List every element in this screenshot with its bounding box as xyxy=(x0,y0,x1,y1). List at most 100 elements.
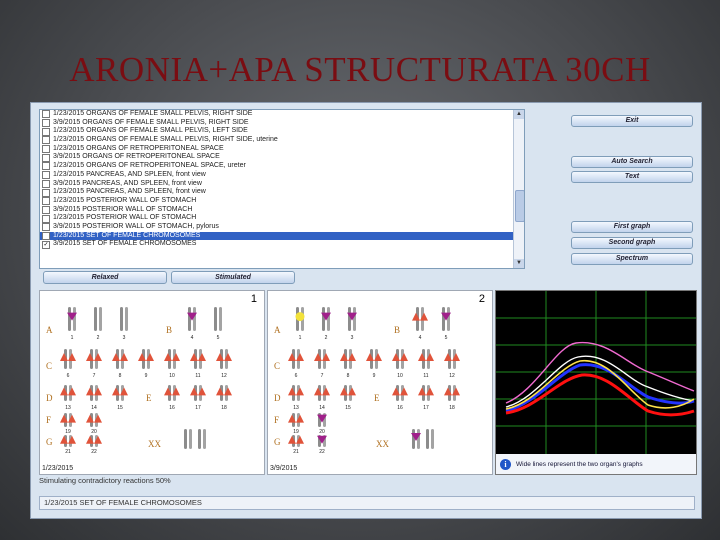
list-item-checkbox[interactable] xyxy=(42,179,50,188)
chromosome-number: 18 xyxy=(449,405,455,411)
list-item[interactable]: 1/23/2015 POSTERIOR WALL OF STOMACH xyxy=(40,214,524,223)
list-item[interactable]: 1/23/2015 ORGANS OF RETROPERITONEAL SPAC… xyxy=(40,145,524,154)
spectrum-button[interactable]: Spectrum xyxy=(571,253,693,265)
triangle-up-icon[interactable]: ▲ xyxy=(514,110,524,119)
app-window: 1/23/2015 ORGANS OF FEMALE SMALL PELVIS,… xyxy=(30,102,702,519)
list-item[interactable]: 1/23/2015 PANCREAS, AND SPLEEN, front vi… xyxy=(40,171,524,180)
group-label: D xyxy=(274,393,281,403)
chromosome-number: 8 xyxy=(347,373,350,379)
chromosome-number: 1 xyxy=(71,335,74,341)
chromosome-number: 7 xyxy=(93,373,96,379)
list-item[interactable]: 3/9/2015 ORGANS OF RETROPERITONEAL SPACE xyxy=(40,153,524,162)
chromosome-number: 4 xyxy=(419,335,422,341)
text-button[interactable]: Text xyxy=(571,171,693,183)
chromosome-number: 15 xyxy=(117,405,123,411)
chromosome-number: 10 xyxy=(397,373,403,379)
list-item[interactable]: 1/23/2015 SET OF FEMALE CHROMOSOMES xyxy=(40,231,524,241)
karyotype-drawing-1: 1 2 3 4 5A B6 7 8 9 10 11 12C13 14 15 16 17 18D E19 20F21 2… xyxy=(46,307,232,455)
chromosome xyxy=(203,429,206,449)
list-item-checkbox[interactable] xyxy=(42,214,50,223)
chromosome-number: 11 xyxy=(195,373,200,379)
chromosome-number: 22 xyxy=(91,449,97,455)
list-item[interactable]: 3/9/2015 POSTERIOR WALL OF STOMACH, pylo… xyxy=(40,223,524,232)
list-item[interactable]: ✓ 3/9/2015 SET OF FEMALE CHROMOSOMES xyxy=(40,240,524,249)
list-item[interactable]: 1/23/2015 ORGANS OF FEMALE SMALL PELVIS,… xyxy=(40,110,524,119)
list-item-checkbox[interactable] xyxy=(42,171,50,180)
chromosome-number: 3 xyxy=(123,335,126,341)
first-graph-button[interactable]: First graph xyxy=(571,221,693,233)
chromosome-number: 11 xyxy=(423,373,428,379)
chromosome-number: 14 xyxy=(91,405,97,411)
status-bar: 1/23/2015 SET OF FEMALE CHROMOSOMES xyxy=(39,496,695,510)
group-label: E xyxy=(146,393,152,403)
list-scrollbar[interactable]: ▲ ▼ xyxy=(513,110,524,268)
chromosome-number: 17 xyxy=(195,405,201,411)
list-item-label: 3/9/2015 PANCREAS, AND SPLEEN, front vie… xyxy=(53,179,202,187)
list-item-checkbox[interactable] xyxy=(42,153,50,162)
list-item-checkbox[interactable] xyxy=(42,127,50,136)
graph-panel: i Wide lines represent the two organ's g… xyxy=(495,290,697,475)
list-item[interactable]: 3/9/2015 PANCREAS, AND SPLEEN, front vie… xyxy=(40,180,524,189)
chromosome xyxy=(327,307,330,331)
list-item[interactable]: 1/23/2015 ORGANS OF RETROPERITONEAL SPAC… xyxy=(40,162,524,171)
list-rows: 1/23/2015 ORGANS OF FEMALE SMALL PELVIS,… xyxy=(40,110,524,249)
list-item-checkbox[interactable] xyxy=(42,136,50,145)
chromosome xyxy=(125,307,128,331)
chromosome-number: 9 xyxy=(145,373,148,379)
list-item-checkbox[interactable] xyxy=(42,188,50,197)
list-item-checkbox[interactable] xyxy=(42,145,50,154)
group-label: E xyxy=(374,393,380,403)
chromosome-number: 2 xyxy=(97,335,100,341)
chromosome-number: 4 xyxy=(191,335,194,341)
graph-info-text: Wide lines represent the two organ's gra… xyxy=(516,460,643,468)
chromosome-number: 5 xyxy=(217,335,220,341)
chromosome xyxy=(431,429,434,449)
list-item-label: 1/23/2015 ORGANS OF RETROPERITONEAL SPAC… xyxy=(53,162,246,170)
group-label: B xyxy=(394,325,400,335)
stimulated-button[interactable]: Stimulated xyxy=(171,271,295,284)
chromosome xyxy=(322,307,325,331)
chromosome-number: 9 xyxy=(373,373,376,379)
list-item-label: 1/23/2015 POSTERIOR WALL OF STOMACH xyxy=(53,214,197,222)
chromosome-number: 6 xyxy=(67,373,70,379)
chromosome-number: 2 xyxy=(325,335,328,341)
karyotype-panel-1: 1 2 3 4 5 A B 6 7 8 9 10 11 12 C 13 14 15 16 17 18 D E 19 20 F 21 2… xyxy=(39,290,265,475)
list-item[interactable]: 1/23/2015 ORGANS OF FEMALE SMALL PELVIS,… xyxy=(40,136,524,145)
list-item[interactable]: 3/9/2015 ORGANS OF FEMALE SMALL PELVIS, … xyxy=(40,119,524,128)
list-item-checkbox[interactable] xyxy=(42,205,50,214)
second-graph-button[interactable]: Second graph xyxy=(571,237,693,249)
triangle-down-icon[interactable]: ▼ xyxy=(514,259,524,268)
chromosome-number: 16 xyxy=(397,405,403,411)
chromosome xyxy=(184,429,187,449)
chromosome-number: 20 xyxy=(319,429,325,435)
list-item-checkbox[interactable] xyxy=(42,162,50,171)
karyotype-drawing-2: 1 2 3 4 5A B6 7 8 9 10 11 12C13 14 15 16 17 18D E19 20F21 2… xyxy=(274,307,460,455)
list-item-checkbox[interactable] xyxy=(42,223,50,232)
list-item-label: 1/23/2015 ORGANS OF FEMALE SMALL PELVIS,… xyxy=(53,136,278,144)
list-item-checkbox[interactable] xyxy=(42,119,50,128)
scrollbar-thumb[interactable] xyxy=(515,190,524,222)
list-item-label: 1/23/2015 POSTERIOR WALL OF STOMACH xyxy=(53,196,197,204)
list-item[interactable]: 1/23/2015 POSTERIOR WALL OF STOMACH xyxy=(40,197,524,206)
auto-search-button[interactable]: Auto Search xyxy=(571,156,693,168)
list-item-checkbox[interactable]: ✓ xyxy=(42,240,50,249)
list-item[interactable]: 3/9/2015 POSTERIOR WALL OF STOMACH xyxy=(40,206,524,215)
list-item-label: 1/23/2015 SET OF FEMALE CHROMOSOMES xyxy=(53,231,201,239)
list-item[interactable]: 1/23/2015 ORGANS OF FEMALE SMALL PELVIS,… xyxy=(40,127,524,136)
slide-title: ARONIA+APA STRUCTURATA 30CH xyxy=(69,50,651,89)
chromosome-number: 17 xyxy=(423,405,429,411)
chromosome xyxy=(426,429,429,449)
list-item[interactable]: 1/23/2015 PANCREAS, AND SPLEEN, front vi… xyxy=(40,188,524,197)
exit-button[interactable]: Exit xyxy=(571,115,693,127)
organ-list[interactable]: 1/23/2015 ORGANS OF FEMALE SMALL PELVIS,… xyxy=(39,109,525,269)
chromosome xyxy=(193,307,196,331)
list-item-checkbox[interactable] xyxy=(42,197,50,206)
list-item-checkbox[interactable] xyxy=(42,110,50,119)
group-label: F xyxy=(46,415,51,425)
list-item-checkbox[interactable] xyxy=(42,231,50,240)
chromosome xyxy=(417,429,420,449)
chromosome xyxy=(348,307,351,331)
relaxed-button[interactable]: Relaxed xyxy=(43,271,167,284)
chromosome-number: 5 xyxy=(445,335,448,341)
chromosome xyxy=(353,307,356,331)
